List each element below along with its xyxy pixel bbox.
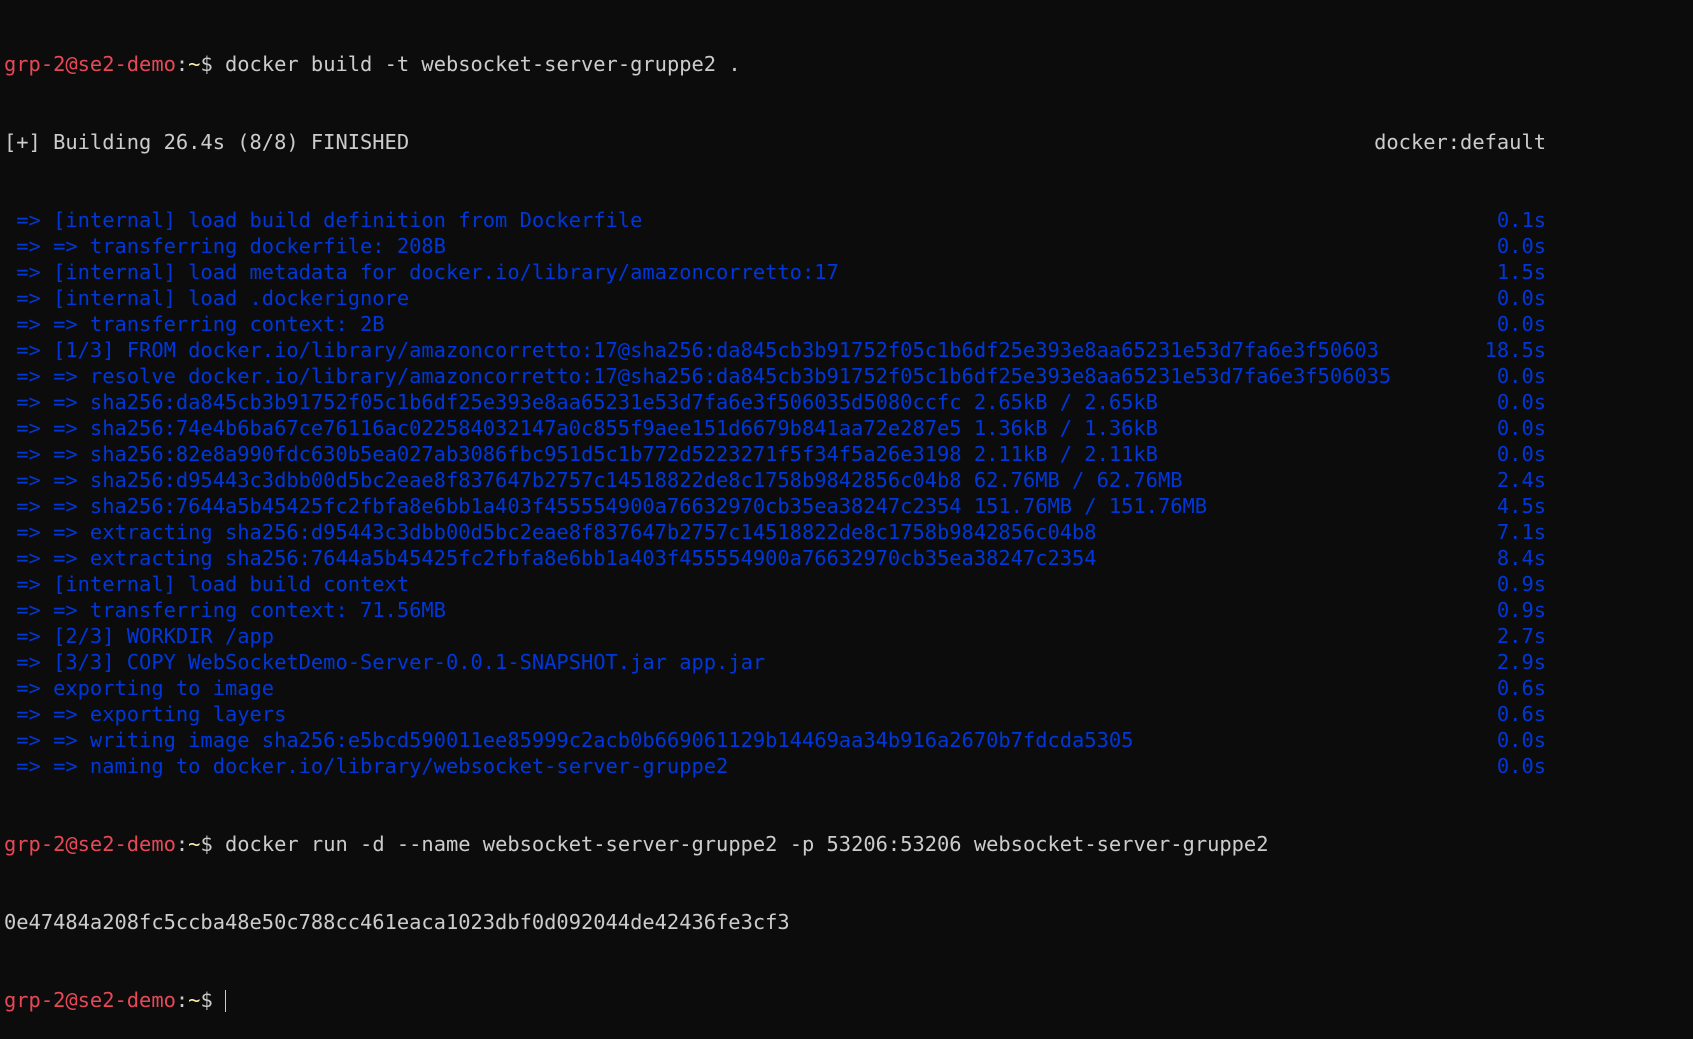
build-step-line: => => sha256:7644a5b45425fc2fbfa8e6bb1a4… <box>4 493 1546 519</box>
build-step-time: 4.5s <box>1496 494 1546 518</box>
build-step-time: 1.5s <box>1496 260 1546 284</box>
build-step-time: 0.0s <box>1496 390 1546 414</box>
build-step-line: => => extracting sha256:d95443c3dbb00d5b… <box>4 519 1546 545</box>
text-cursor <box>225 990 226 1012</box>
build-context: docker:default <box>1374 130 1546 154</box>
run-output: 0e47484a208fc5ccba48e50c788cc461eaca1023… <box>4 909 1546 935</box>
build-step-line: => [internal] load metadata for docker.i… <box>4 259 1546 285</box>
build-step-line: => [3/3] COPY WebSocketDemo-Server-0.0.1… <box>4 649 1546 675</box>
prompt-user-host: grp-2@se2-demo <box>4 988 176 1012</box>
prompt-user-host: grp-2@se2-demo <box>4 52 176 76</box>
prompt-symbol: $ <box>200 832 225 856</box>
build-step-time: 2.9s <box>1496 650 1546 674</box>
prompt-separator: : <box>175 832 189 856</box>
prompt-path: ~ <box>188 52 201 76</box>
build-step-line: => => transferring context: 2B 0.0s <box>4 311 1546 337</box>
build-step-line: => => sha256:74e4b6ba67ce76116ac02258403… <box>4 415 1546 441</box>
prompt-symbol: $ <box>200 988 225 1012</box>
build-step-time: 0.0s <box>1496 416 1546 440</box>
prompt-separator: : <box>175 52 189 76</box>
build-step-text: => => extracting sha256:7644a5b45425fc2f… <box>4 546 1097 570</box>
build-step-time: 2.4s <box>1496 468 1546 492</box>
build-step-text: => => transferring dockerfile: 208B <box>4 234 446 258</box>
build-step-text: => => sha256:da845cb3b91752f05c1b6df25e3… <box>4 390 1158 414</box>
build-step-text: => [1/3] FROM docker.io/library/amazonco… <box>4 338 1379 362</box>
build-step-text: => => transferring context: 71.56MB <box>4 598 446 622</box>
build-step-text: => [internal] load .dockerignore <box>4 286 410 310</box>
build-step-time: 0.0s <box>1496 312 1546 336</box>
build-step-line: => => transferring dockerfile: 208B 0.0s <box>4 233 1546 259</box>
build-step-text: => [internal] load build definition from… <box>4 208 643 232</box>
command-line-run: grp-2@se2-demo:~$ docker run -d --name w… <box>4 831 1546 857</box>
build-step-text: => => extracting sha256:d95443c3dbb00d5b… <box>4 520 1097 544</box>
build-command: docker build -t websocket-server-gruppe2… <box>225 52 741 76</box>
build-step-text: => => sha256:74e4b6ba67ce76116ac02258403… <box>4 416 1158 440</box>
build-step-time: 0.6s <box>1496 676 1546 700</box>
build-step-line: => [2/3] WORKDIR /app 2.7s <box>4 623 1546 649</box>
build-step-time: 0.0s <box>1496 286 1546 310</box>
build-step-line: => exporting to image 0.6s <box>4 675 1546 701</box>
build-step-time: 2.7s <box>1496 624 1546 648</box>
build-step-text: => [2/3] WORKDIR /app <box>4 624 275 648</box>
build-step-line: => [1/3] FROM docker.io/library/amazonco… <box>4 337 1546 363</box>
build-step-time: 0.1s <box>1496 208 1546 232</box>
build-step-text: => => sha256:d95443c3dbb00d5bc2eae8f8376… <box>4 468 1183 492</box>
build-step-line: => [internal] load .dockerignore 0.0s <box>4 285 1546 311</box>
build-step-time: 7.1s <box>1496 520 1546 544</box>
container-id: 0e47484a208fc5ccba48e50c788cc461eaca1023… <box>4 910 790 934</box>
build-step-time: 0.9s <box>1496 572 1546 596</box>
prompt-separator: : <box>175 988 189 1012</box>
build-step-text: => => naming to docker.io/library/websoc… <box>4 754 729 778</box>
build-step-time: 0.6s <box>1496 702 1546 726</box>
build-step-line: => => sha256:da845cb3b91752f05c1b6df25e3… <box>4 389 1546 415</box>
build-step-time: 0.0s <box>1496 364 1546 388</box>
build-step-text: => => writing image sha256:e5bcd590011ee… <box>4 728 1134 752</box>
build-step-text: => [internal] load build context <box>4 572 410 596</box>
build-step-text: => [3/3] COPY WebSocketDemo-Server-0.0.1… <box>4 650 766 674</box>
build-step-text: => => resolve docker.io/library/amazonco… <box>4 364 1392 388</box>
build-step-text: => [internal] load metadata for docker.i… <box>4 260 839 284</box>
build-step-time: 8.4s <box>1496 546 1546 570</box>
run-command: docker run -d --name websocket-server-gr… <box>225 832 1269 856</box>
build-step-line: => => sha256:d95443c3dbb00d5bc2eae8f8376… <box>4 467 1546 493</box>
build-step-line: => => extracting sha256:7644a5b45425fc2f… <box>4 545 1546 571</box>
build-status: [+] Building 26.4s (8/8) FINISHED <box>4 130 410 154</box>
build-step-text: => => sha256:82e8a990fdc630b5ea027ab3086… <box>4 442 1158 466</box>
build-step-line: => => sha256:82e8a990fdc630b5ea027ab3086… <box>4 441 1546 467</box>
build-step-line: => [internal] load build context 0.9s <box>4 571 1546 597</box>
build-step-text: => => exporting layers <box>4 702 287 726</box>
build-step-text: => => sha256:7644a5b45425fc2fbfa8e6bb1a4… <box>4 494 1208 518</box>
prompt-symbol: $ <box>200 52 225 76</box>
command-line-current[interactable]: grp-2@se2-demo:~$ <box>4 987 1546 1013</box>
prompt-path: ~ <box>188 832 201 856</box>
prompt-user-host: grp-2@se2-demo <box>4 832 176 856</box>
build-step-time: 0.0s <box>1496 728 1546 752</box>
command-line-build: grp-2@se2-demo:~$ docker build -t websoc… <box>4 51 1546 77</box>
build-step-line: => => resolve docker.io/library/amazonco… <box>4 363 1546 389</box>
build-step-time: 0.0s <box>1496 754 1546 778</box>
build-step-line: => => naming to docker.io/library/websoc… <box>4 753 1546 779</box>
build-step-time: 0.9s <box>1496 598 1546 622</box>
build-step-time: 0.0s <box>1496 442 1546 466</box>
build-step-line: => => writing image sha256:e5bcd590011ee… <box>4 727 1546 753</box>
build-steps: => [internal] load build definition from… <box>4 207 1546 779</box>
build-step-line: => => exporting layers 0.6s <box>4 701 1546 727</box>
build-step-line: => [internal] load build definition from… <box>4 207 1546 233</box>
prompt-path: ~ <box>188 988 201 1012</box>
build-step-text: => => transferring context: 2B <box>4 312 385 336</box>
build-header: [+] Building 26.4s (8/8) FINISHED docker:… <box>4 129 1546 155</box>
build-step-time: 0.0s <box>1496 234 1546 258</box>
build-step-time: 18.5s <box>1484 338 1546 362</box>
terminal[interactable]: grp-2@se2-demo:~$ docker build -t websoc… <box>4 0 1546 1039</box>
build-step-line: => => transferring context: 71.56MB 0.9s <box>4 597 1546 623</box>
build-step-text: => exporting to image <box>4 676 275 700</box>
